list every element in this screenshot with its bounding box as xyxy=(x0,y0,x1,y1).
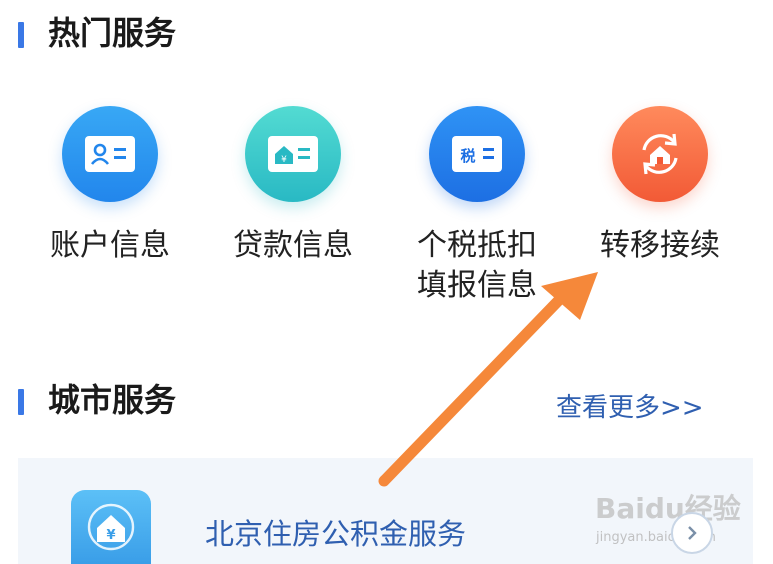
annotation-arrow xyxy=(378,272,598,487)
